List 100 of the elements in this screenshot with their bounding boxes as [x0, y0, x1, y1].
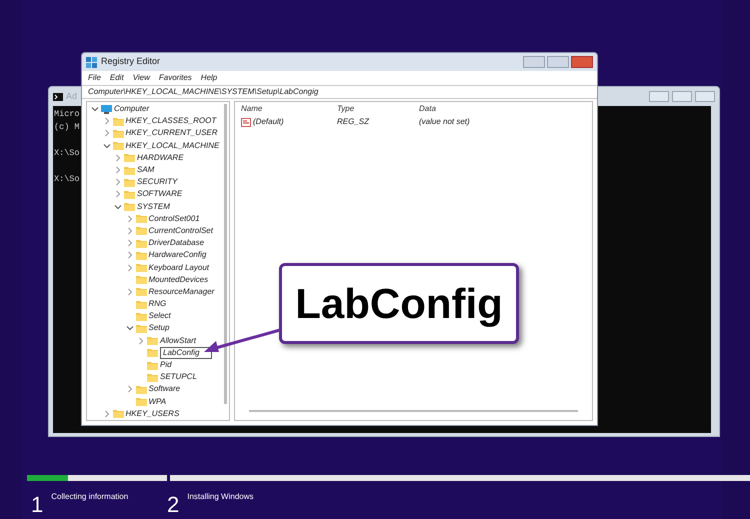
- folder-icon: [112, 116, 124, 126]
- tree-item[interactable]: HKEY_USERS: [126, 408, 180, 420]
- folder-icon: [136, 324, 146, 333]
- tree-item[interactable]: DriverDatabase: [148, 237, 204, 250]
- window-title: Registry Editor: [101, 55, 160, 68]
- folder-icon: [136, 397, 146, 406]
- minimize-button[interactable]: [523, 56, 545, 68]
- folder-icon: [147, 336, 158, 346]
- minimize-button[interactable]: [649, 91, 669, 102]
- tree-item[interactable]: Keyboard Layout: [148, 262, 209, 274]
- folder-icon: [147, 348, 158, 358]
- tree-item[interactable]: AllowStart: [160, 334, 196, 347]
- folder-icon: [136, 300, 146, 309]
- folder-icon: [136, 226, 146, 236]
- chevron-down-icon[interactable]: [126, 324, 134, 332]
- chevron-down-icon[interactable]: [102, 142, 110, 150]
- chevron-right-icon[interactable]: [102, 129, 110, 138]
- chevron-right-icon[interactable]: [114, 178, 122, 186]
- tree-item[interactable]: Pid: [160, 359, 172, 372]
- chevron-right-icon[interactable]: [114, 190, 122, 198]
- registry-icon: [86, 56, 97, 68]
- folder-icon: [124, 153, 135, 162]
- folder-icon: [136, 275, 146, 284]
- tree-item[interactable]: SYSTEM: [137, 200, 170, 213]
- tree-item[interactable]: HardwareConfig: [148, 249, 206, 262]
- tree-item[interactable]: Select: [148, 310, 171, 322]
- chevron-right-icon[interactable]: [102, 410, 110, 418]
- callout-text: LabConfig: [295, 282, 503, 324]
- value-type: REG_SZ: [337, 116, 370, 128]
- console-icon: [53, 92, 63, 100]
- folder-icon: [124, 178, 135, 187]
- chevron-right-icon[interactable]: [126, 251, 134, 260]
- maximize-button[interactable]: [672, 91, 692, 102]
- tree-item[interactable]: ResourceManager: [148, 286, 214, 298]
- step-label: Collecting information: [51, 491, 128, 503]
- folder-icon: [136, 287, 146, 296]
- chevron-right-icon[interactable]: [114, 166, 122, 174]
- tree-item[interactable]: ControlSet001: [148, 212, 200, 225]
- tree-item[interactable]: SAM: [137, 164, 154, 176]
- tree-item[interactable]: SECURITY: [137, 176, 178, 188]
- folder-icon: [136, 312, 146, 321]
- menu-item[interactable]: File: [88, 72, 101, 84]
- folder-icon: [112, 128, 124, 138]
- tree-item[interactable]: Computer: [114, 103, 150, 116]
- chevron-right-icon[interactable]: [126, 264, 134, 272]
- tree-item[interactable]: RNG: [148, 298, 166, 310]
- chevron-right-icon[interactable]: [114, 154, 122, 162]
- chevron-right-icon[interactable]: [126, 385, 134, 394]
- folder-icon: [124, 190, 135, 199]
- folder-icon: [124, 166, 135, 175]
- menu-item[interactable]: View: [132, 72, 150, 84]
- folder-icon: [136, 250, 146, 260]
- console-line: X:\So: [54, 173, 80, 186]
- computer-icon: [101, 104, 112, 114]
- chevron-right-icon[interactable]: [137, 336, 145, 345]
- step-number: 1: [30, 491, 44, 516]
- tree-item[interactable]: HKEY_CURRENT_USER: [126, 127, 218, 140]
- tree-item[interactable]: HKEY_CLASSES_ROOT: [126, 115, 216, 128]
- tree-item[interactable]: SETUPCL: [160, 371, 197, 384]
- chevron-down-icon[interactable]: [91, 105, 99, 114]
- chevron-right-icon[interactable]: [126, 239, 134, 248]
- tree-item[interactable]: CurrentControlSet: [148, 224, 213, 237]
- folder-icon: [147, 360, 158, 370]
- folder-icon: [112, 141, 124, 150]
- tree-item[interactable]: WPA: [148, 396, 166, 408]
- maximize-button[interactable]: [547, 56, 569, 68]
- tree-item[interactable]: MountedDevices: [148, 274, 208, 286]
- folder-icon: [136, 238, 146, 248]
- console-line: X:\So: [54, 147, 80, 160]
- step-number: 2: [166, 491, 180, 516]
- chevron-right-icon[interactable]: [126, 288, 134, 296]
- folder-icon: [124, 202, 135, 212]
- value-data: (value not set): [419, 116, 471, 128]
- rename-field[interactable]: LabConfig: [160, 346, 212, 359]
- menu-item[interactable]: Help: [200, 72, 218, 84]
- chevron-down-icon[interactable]: [114, 202, 122, 211]
- chevron-right-icon[interactable]: [126, 214, 134, 223]
- folder-icon: [136, 384, 146, 394]
- column-header[interactable]: Data: [419, 103, 519, 115]
- folder-icon: [136, 214, 146, 224]
- close-button[interactable]: [571, 56, 593, 68]
- tree-item[interactable]: HARDWARE: [137, 152, 184, 164]
- tree-item[interactable]: SOFTWARE: [137, 188, 182, 200]
- folder-icon: [112, 409, 124, 418]
- column-header[interactable]: Type: [337, 103, 419, 115]
- folder-icon: [136, 263, 146, 272]
- tree-item[interactable]: Setup: [148, 322, 170, 334]
- window-title: Ad: [66, 90, 78, 103]
- address-bar[interactable]: Computer\HKEY_LOCAL_MACHINE\SYSTEM\Setup\LabCongig: [82, 85, 597, 99]
- column-header[interactable]: Name: [235, 103, 337, 115]
- folder-icon: [147, 372, 158, 382]
- console-line: Micro: [54, 108, 80, 121]
- menu-item[interactable]: Favorites: [158, 72, 192, 84]
- chevron-right-icon[interactable]: [102, 117, 110, 126]
- chevron-right-icon[interactable]: [126, 226, 134, 235]
- value-name: (Default): [253, 116, 284, 128]
- tree-item[interactable]: HKEY_LOCAL_MACHINE: [126, 140, 220, 152]
- tree-item[interactable]: Software: [148, 383, 180, 396]
- menu-item[interactable]: Edit: [110, 72, 124, 84]
- close-button[interactable]: [695, 91, 715, 102]
